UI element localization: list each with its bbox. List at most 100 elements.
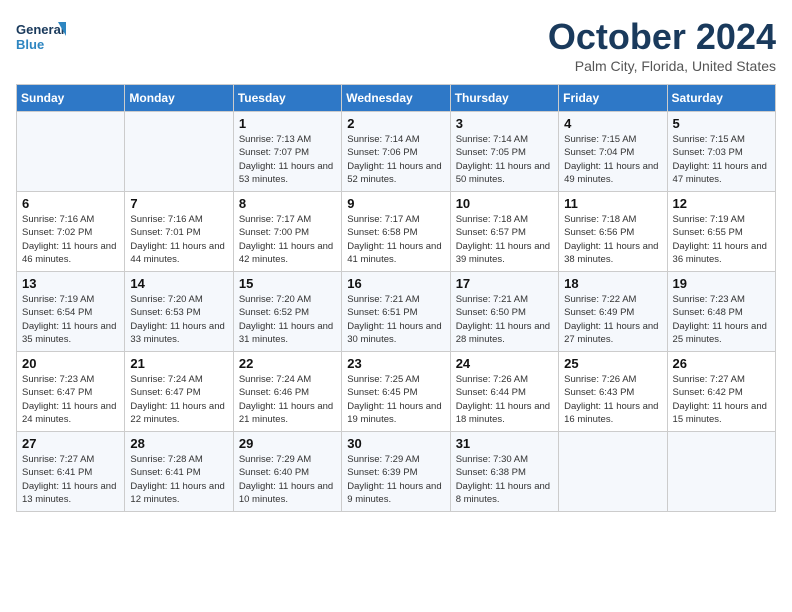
calendar-cell: 6Sunrise: 7:16 AM Sunset: 7:02 PM Daylig… — [17, 192, 125, 272]
calendar-cell: 31 Sunrise: 7:30 AM Sunset: 6:38 PM Dayli… — [450, 432, 558, 512]
day-number: 3 — [456, 116, 553, 131]
day-info: Sunrise: 7:25 AM Sunset: 6:45 PM Dayligh… — [347, 373, 444, 426]
day-number: 27 — [22, 436, 119, 451]
day-number: 30 — [347, 436, 444, 451]
calendar-week-row: 20Sunrise: 7:23 AM Sunset: 6:47 PM Dayli… — [17, 352, 776, 432]
day-number: 11 — [564, 196, 661, 211]
day-number: 2 — [347, 116, 444, 131]
calendar-cell: 14Sunrise: 7:20 AM Sunset: 6:53 PM Dayli… — [125, 272, 233, 352]
day-number: 21 — [130, 356, 227, 371]
day-number: 29 — [239, 436, 336, 451]
day-number: 4 — [564, 116, 661, 131]
calendar-cell: 26 Sunrise: 7:27 AM Sunset: 6:42 PM Dayli… — [667, 352, 775, 432]
day-info: Sunrise: 7:14 AM Sunset: 7:06 PM Dayligh… — [347, 133, 444, 186]
day-number: 15 — [239, 276, 336, 291]
calendar-week-row: 13 Sunrise: 7:19 AM Sunset: 6:54 PM Dayli… — [17, 272, 776, 352]
day-header: Sunday — [17, 85, 125, 112]
title-block: October 2024 Palm City, Florida, United … — [548, 16, 776, 74]
calendar-table: SundayMondayTuesdayWednesdayThursdayFrid… — [16, 84, 776, 512]
calendar-cell: 9 Sunrise: 7:17 AM Sunset: 6:58 PM Daylig… — [342, 192, 450, 272]
day-info: Sunrise: 7:14 AM Sunset: 7:05 PM Dayligh… — [456, 133, 553, 186]
calendar-week-row: 27Sunrise: 7:27 AM Sunset: 6:41 PM Dayli… — [17, 432, 776, 512]
day-header: Friday — [559, 85, 667, 112]
calendar-cell: 1Sunrise: 7:13 AM Sunset: 7:07 PM Daylig… — [233, 112, 341, 192]
calendar-cell — [125, 112, 233, 192]
logo-svg: General Blue — [16, 16, 66, 61]
day-info: Sunrise: 7:18 AM Sunset: 6:56 PM Dayligh… — [564, 213, 661, 266]
day-number: 8 — [239, 196, 336, 211]
day-info: Sunrise: 7:22 AM Sunset: 6:49 PM Dayligh… — [564, 293, 661, 346]
calendar-week-row: 1Sunrise: 7:13 AM Sunset: 7:07 PM Daylig… — [17, 112, 776, 192]
day-header: Saturday — [667, 85, 775, 112]
calendar-cell: 11 Sunrise: 7:18 AM Sunset: 6:56 PM Dayli… — [559, 192, 667, 272]
day-info: Sunrise: 7:24 AM Sunset: 6:47 PM Dayligh… — [130, 373, 227, 426]
day-number: 19 — [673, 276, 770, 291]
day-number: 7 — [130, 196, 227, 211]
day-header-row: SundayMondayTuesdayWednesdayThursdayFrid… — [17, 85, 776, 112]
logo: General Blue — [16, 16, 66, 61]
day-number: 25 — [564, 356, 661, 371]
calendar-cell: 3 Sunrise: 7:14 AM Sunset: 7:05 PM Daylig… — [450, 112, 558, 192]
day-number: 10 — [456, 196, 553, 211]
day-header: Wednesday — [342, 85, 450, 112]
location: Palm City, Florida, United States — [548, 58, 776, 74]
calendar-cell: 13 Sunrise: 7:19 AM Sunset: 6:54 PM Dayli… — [17, 272, 125, 352]
page-header: General Blue October 2024 Palm City, Flo… — [16, 16, 776, 74]
day-number: 26 — [673, 356, 770, 371]
day-info: Sunrise: 7:19 AM Sunset: 6:54 PM Dayligh… — [22, 293, 119, 346]
day-info: Sunrise: 7:17 AM Sunset: 7:00 PM Dayligh… — [239, 213, 336, 266]
day-info: Sunrise: 7:21 AM Sunset: 6:50 PM Dayligh… — [456, 293, 553, 346]
day-number: 28 — [130, 436, 227, 451]
calendar-cell: 17 Sunrise: 7:21 AM Sunset: 6:50 PM Dayli… — [450, 272, 558, 352]
calendar-cell: 15 Sunrise: 7:20 AM Sunset: 6:52 PM Dayli… — [233, 272, 341, 352]
day-info: Sunrise: 7:16 AM Sunset: 7:01 PM Dayligh… — [130, 213, 227, 266]
day-info: Sunrise: 7:15 AM Sunset: 7:03 PM Dayligh… — [673, 133, 770, 186]
day-info: Sunrise: 7:21 AM Sunset: 6:51 PM Dayligh… — [347, 293, 444, 346]
day-number: 31 — [456, 436, 553, 451]
day-info: Sunrise: 7:29 AM Sunset: 6:39 PM Dayligh… — [347, 453, 444, 506]
day-info: Sunrise: 7:20 AM Sunset: 6:52 PM Dayligh… — [239, 293, 336, 346]
day-number: 20 — [22, 356, 119, 371]
calendar-cell: 29Sunrise: 7:29 AM Sunset: 6:40 PM Dayli… — [233, 432, 341, 512]
calendar-cell: 5 Sunrise: 7:15 AM Sunset: 7:03 PM Daylig… — [667, 112, 775, 192]
day-number: 6 — [22, 196, 119, 211]
calendar-cell: 18 Sunrise: 7:22 AM Sunset: 6:49 PM Dayli… — [559, 272, 667, 352]
calendar-cell: 25 Sunrise: 7:26 AM Sunset: 6:43 PM Dayli… — [559, 352, 667, 432]
day-info: Sunrise: 7:17 AM Sunset: 6:58 PM Dayligh… — [347, 213, 444, 266]
day-header: Thursday — [450, 85, 558, 112]
day-number: 17 — [456, 276, 553, 291]
day-number: 18 — [564, 276, 661, 291]
calendar-cell: 12 Sunrise: 7:19 AM Sunset: 6:55 PM Dayli… — [667, 192, 775, 272]
calendar-cell: 28 Sunrise: 7:28 AM Sunset: 6:41 PM Dayli… — [125, 432, 233, 512]
day-number: 13 — [22, 276, 119, 291]
month-title: October 2024 — [548, 16, 776, 58]
day-number: 1 — [239, 116, 336, 131]
day-info: Sunrise: 7:27 AM Sunset: 6:42 PM Dayligh… — [673, 373, 770, 426]
day-info: Sunrise: 7:30 AM Sunset: 6:38 PM Dayligh… — [456, 453, 553, 506]
calendar-cell: 21 Sunrise: 7:24 AM Sunset: 6:47 PM Dayli… — [125, 352, 233, 432]
calendar-cell: 27Sunrise: 7:27 AM Sunset: 6:41 PM Dayli… — [17, 432, 125, 512]
day-info: Sunrise: 7:28 AM Sunset: 6:41 PM Dayligh… — [130, 453, 227, 506]
calendar-cell: 22Sunrise: 7:24 AM Sunset: 6:46 PM Dayli… — [233, 352, 341, 432]
day-number: 5 — [673, 116, 770, 131]
day-number: 12 — [673, 196, 770, 211]
day-info: Sunrise: 7:26 AM Sunset: 6:43 PM Dayligh… — [564, 373, 661, 426]
svg-text:General: General — [16, 22, 64, 37]
day-info: Sunrise: 7:19 AM Sunset: 6:55 PM Dayligh… — [673, 213, 770, 266]
calendar-cell: 30 Sunrise: 7:29 AM Sunset: 6:39 PM Dayli… — [342, 432, 450, 512]
day-info: Sunrise: 7:18 AM Sunset: 6:57 PM Dayligh… — [456, 213, 553, 266]
calendar-cell: 20Sunrise: 7:23 AM Sunset: 6:47 PM Dayli… — [17, 352, 125, 432]
calendar-cell: 8 Sunrise: 7:17 AM Sunset: 7:00 PM Daylig… — [233, 192, 341, 272]
day-header: Tuesday — [233, 85, 341, 112]
day-number: 24 — [456, 356, 553, 371]
calendar-cell: 4Sunrise: 7:15 AM Sunset: 7:04 PM Daylig… — [559, 112, 667, 192]
calendar-cell: 10 Sunrise: 7:18 AM Sunset: 6:57 PM Dayli… — [450, 192, 558, 272]
calendar-cell: 2 Sunrise: 7:14 AM Sunset: 7:06 PM Daylig… — [342, 112, 450, 192]
day-number: 9 — [347, 196, 444, 211]
day-number: 14 — [130, 276, 227, 291]
day-info: Sunrise: 7:26 AM Sunset: 6:44 PM Dayligh… — [456, 373, 553, 426]
day-number: 23 — [347, 356, 444, 371]
svg-text:Blue: Blue — [16, 37, 44, 52]
calendar-week-row: 6Sunrise: 7:16 AM Sunset: 7:02 PM Daylig… — [17, 192, 776, 272]
calendar-cell: 19Sunrise: 7:23 AM Sunset: 6:48 PM Dayli… — [667, 272, 775, 352]
